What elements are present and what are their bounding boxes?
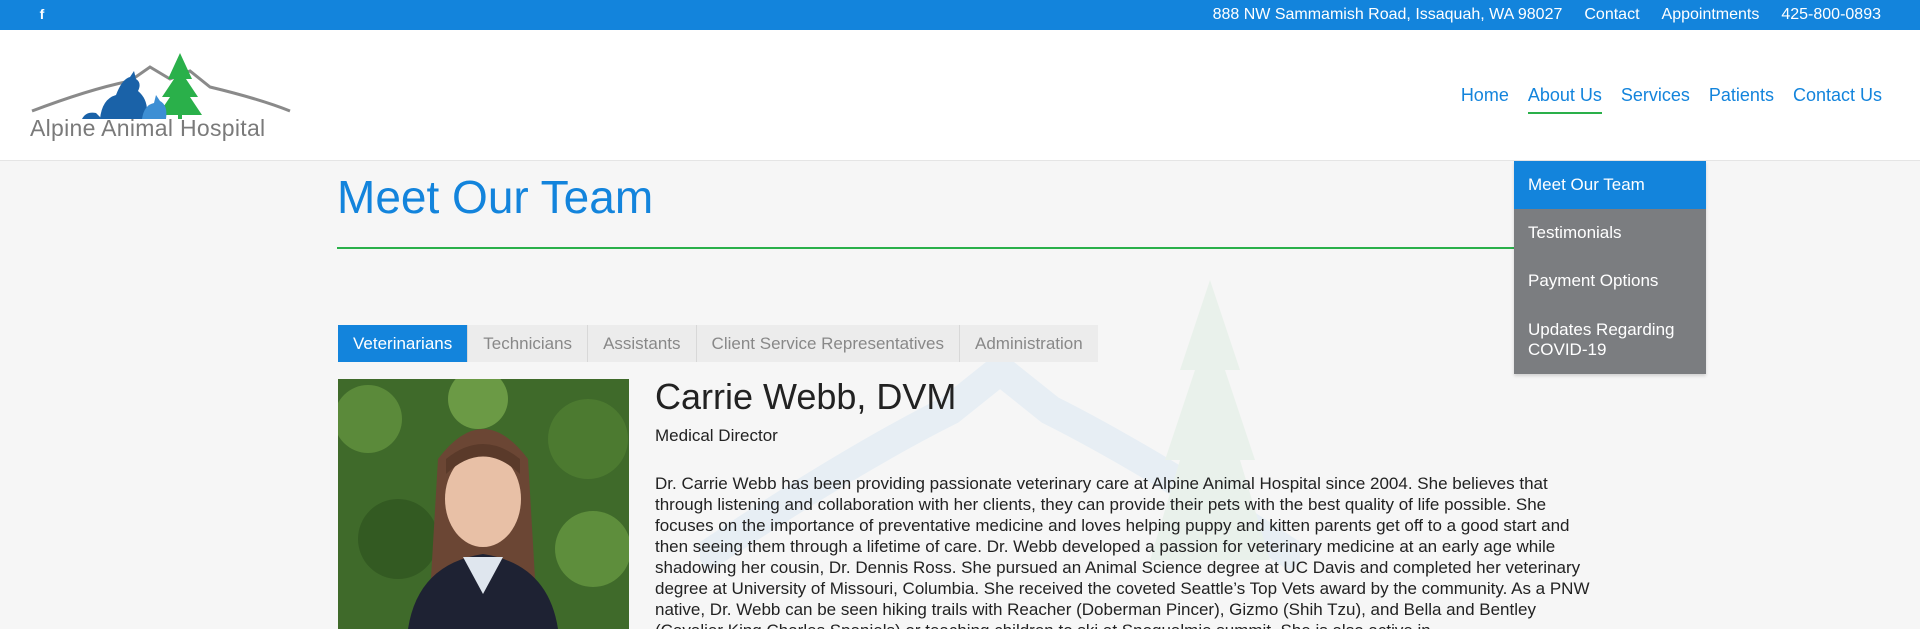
top-utility-bar: f 888 NW Sammamish Road, Issaquah, WA 98…	[0, 0, 1920, 30]
site-header: Alpine Animal Hospital Home About Us Ser…	[0, 30, 1920, 161]
staff-name: Carrie Webb, DVM	[655, 376, 957, 417]
title-divider	[337, 247, 1515, 249]
tab-administration[interactable]: Administration	[960, 325, 1098, 362]
tab-technicians[interactable]: Technicians	[468, 325, 589, 362]
dropdown-item-covid-updates[interactable]: Updates Regarding COVID-19	[1514, 305, 1706, 374]
logo-mountain-icon	[31, 53, 291, 119]
dropdown-item-testimonials[interactable]: Testimonials	[1514, 209, 1706, 257]
facebook-icon[interactable]: f	[36, 6, 48, 22]
nav-about-us[interactable]: About Us	[1527, 85, 1602, 114]
tab-veterinarians[interactable]: Veterinarians	[338, 325, 469, 362]
phone-link[interactable]: 425-800-0893	[1781, 6, 1881, 24]
nav-home[interactable]: Home	[1461, 85, 1509, 106]
staff-bio: Dr. Carrie Webb has been providing passi…	[655, 474, 1590, 629]
staff-photo	[338, 379, 629, 629]
tab-client-service-representatives[interactable]: Client Service Representatives	[697, 325, 960, 362]
appointments-link[interactable]: Appointments	[1662, 6, 1760, 24]
page-title: Meet Our Team	[337, 171, 654, 223]
staff-role: Medical Director	[655, 426, 778, 445]
main-nav: Home About Us Services Patients Contact …	[1442, 30, 1882, 161]
dropdown-item-meet-our-team[interactable]: Meet Our Team	[1514, 161, 1706, 209]
contact-link[interactable]: Contact	[1584, 6, 1639, 24]
address-link[interactable]: 888 NW Sammamish Road, Issaquah, WA 9802…	[1213, 6, 1563, 24]
nav-contact-us[interactable]: Contact Us	[1793, 85, 1882, 106]
tab-assistants[interactable]: Assistants	[588, 325, 697, 362]
dropdown-item-payment-options[interactable]: Payment Options	[1514, 257, 1706, 305]
site-logo[interactable]: Alpine Animal Hospital	[30, 49, 292, 145]
nav-services[interactable]: Services	[1621, 85, 1690, 106]
staff-photo-illustration	[338, 379, 629, 629]
team-tabs: Veterinarians Technicians Assistants Cli…	[338, 325, 1098, 362]
logo-text: Alpine Animal Hospital	[30, 115, 266, 141]
nav-patients[interactable]: Patients	[1709, 85, 1774, 106]
topbar-links: 888 NW Sammamish Road, Issaquah, WA 9802…	[1213, 0, 1881, 30]
about-us-dropdown: Meet Our Team Testimonials Payment Optio…	[1514, 161, 1706, 374]
